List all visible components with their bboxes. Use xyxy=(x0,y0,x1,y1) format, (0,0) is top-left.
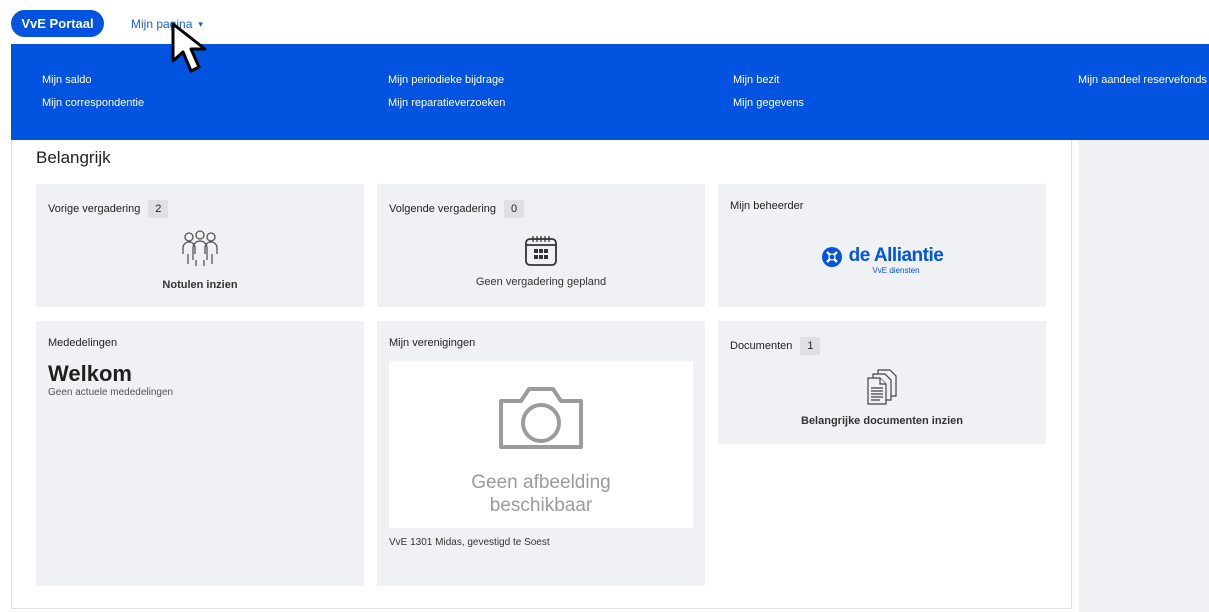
count-badge: 2 xyxy=(148,200,169,218)
card-manager: Mijn beheerder de Alliantie VvE diensten xyxy=(718,184,1046,307)
card-title-text: Mededelingen xyxy=(48,337,118,349)
calendar-icon xyxy=(377,234,705,268)
card-title: Mededelingen xyxy=(48,337,117,349)
card-title-text: Documenten xyxy=(730,340,793,352)
announcement-text: Geen actuele mededelingen xyxy=(48,387,174,398)
documents-icon xyxy=(718,368,1046,406)
announcement-heading: Welkom xyxy=(48,361,132,386)
card-associations[interactable]: Mijn verenigingen Geen afbeelding beschi… xyxy=(377,321,705,586)
card-title-text: Mijn verenigingen xyxy=(389,337,476,349)
right-gutter xyxy=(1079,140,1209,612)
card-announcements: Mededelingen Welkom Geen actuele mededel… xyxy=(36,321,364,586)
people-group-icon xyxy=(36,230,364,270)
card-title-text: Mijn beheerder xyxy=(730,200,804,212)
alliantie-logo-icon xyxy=(821,247,842,267)
card-title: Volgende vergadering 0 xyxy=(389,200,525,218)
section-title: Belangrijk xyxy=(36,148,111,167)
view-minutes-link[interactable]: Notulen inzien xyxy=(36,279,364,291)
association-caption: VvE 1301 Midas, gevestigd te Soest xyxy=(389,537,550,548)
no-meeting-text: Geen vergadering gepland xyxy=(475,276,607,288)
card-title: Documenten 1 xyxy=(730,337,821,355)
mouse-cursor-icon xyxy=(171,22,207,73)
camera-icon xyxy=(389,381,693,453)
card-title: Mijn verenigingen xyxy=(389,337,475,349)
card-title: Vorige vergadering 2 xyxy=(48,200,169,218)
placeholder-line-2: beschikbaar xyxy=(489,495,593,516)
menu-item-reservefonds[interactable]: Mijn aandeel reservefonds xyxy=(1078,74,1207,86)
menu-item-correspondentie[interactable]: Mijn correspondentie xyxy=(42,97,144,109)
placeholder-line-1: Geen afbeelding xyxy=(471,472,611,493)
manager-logo[interactable]: de Alliantie VvE diensten xyxy=(718,246,1046,276)
association-image-placeholder: Geen afbeelding beschikbaar xyxy=(389,361,693,528)
card-title-text: Volgende vergadering xyxy=(389,203,497,215)
menu-item-periodieke-bijdrage[interactable]: Mijn periodieke bijdrage xyxy=(388,74,504,86)
menu-item-bezit[interactable]: Mijn bezit xyxy=(733,74,779,86)
menu-item-gegevens[interactable]: Mijn gegevens xyxy=(733,97,804,109)
card-previous-meeting[interactable]: Vorige vergadering 2 Notulen inzien xyxy=(36,184,364,307)
logo-subtitle: VvE diensten xyxy=(872,266,920,275)
view-documents-link[interactable]: Belangrijke documenten inzien xyxy=(718,415,1046,427)
menu-item-saldo[interactable]: Mijn saldo xyxy=(42,74,92,86)
menu-item-reparatieverzoeken[interactable]: Mijn reparatieverzoeken xyxy=(388,97,505,109)
card-next-meeting: Volgende vergadering 0 Geen vergadering … xyxy=(377,184,705,307)
placeholder-text: Geen afbeelding beschikbaar xyxy=(389,471,693,517)
count-badge: 1 xyxy=(800,337,821,355)
logo-name: de Alliantie xyxy=(848,245,944,266)
card-title: Mijn beheerder xyxy=(730,200,803,212)
count-badge: 0 xyxy=(504,200,525,218)
card-documents[interactable]: Documenten 1 Belangrijke documenten inzi… xyxy=(718,321,1046,444)
brand-button[interactable]: VvE Portaal xyxy=(11,10,104,37)
card-title-text: Vorige vergadering xyxy=(48,203,141,215)
